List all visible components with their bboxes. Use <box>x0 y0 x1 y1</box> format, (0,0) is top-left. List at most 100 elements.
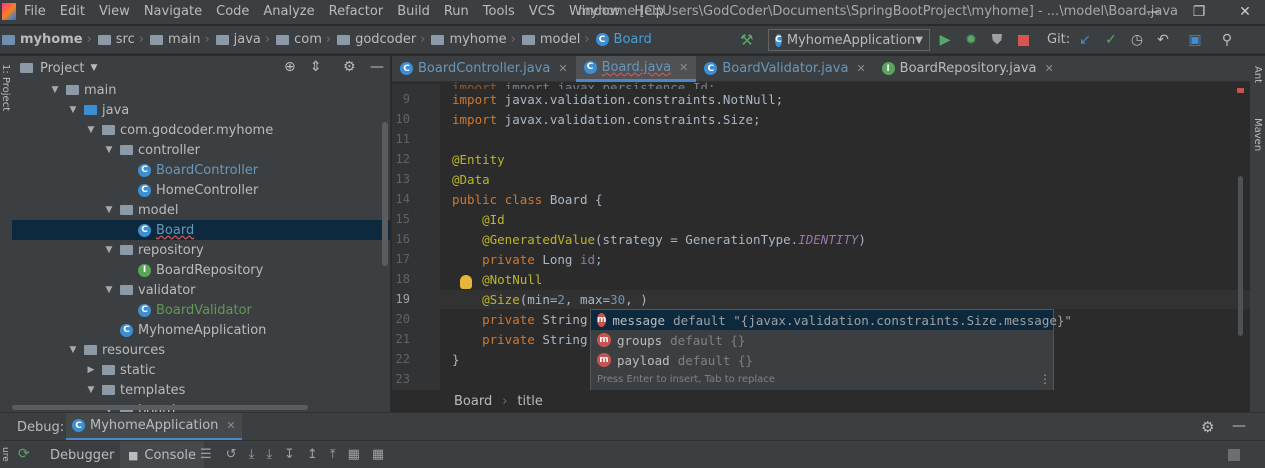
close-icon[interactable]: ✕ <box>558 62 567 75</box>
close-icon[interactable]: ✕ <box>679 61 688 74</box>
structure-tool-button[interactable]: ure <box>0 447 10 462</box>
git-commit-icon[interactable]: ✓ <box>1102 31 1120 49</box>
tree-item[interactable]: ▼ model <box>12 200 390 220</box>
force-step-into-icon[interactable]: ↧ <box>284 447 295 462</box>
step-into-icon[interactable]: ⤓ <box>266 447 272 462</box>
menu-item-vcs[interactable]: VCS <box>529 4 555 19</box>
breadcrumb-item[interactable]: model › <box>521 32 590 47</box>
expanded-arrow-icon[interactable]: ▼ <box>68 345 78 355</box>
tree-item[interactable]: ▼ main <box>12 80 390 100</box>
gear-icon[interactable]: ⚙ <box>1201 418 1214 436</box>
editor-tab[interactable]: C Board.java ✕ <box>575 55 697 82</box>
run-configuration-select[interactable]: C MyhomeApplication ▼ <box>768 29 930 51</box>
debug-icon[interactable]: ✹ <box>962 31 980 49</box>
project-structure-icon[interactable]: ▣ <box>1186 31 1204 49</box>
lightbulb-icon[interactable] <box>460 275 472 289</box>
expanded-arrow-icon[interactable]: ▼ <box>86 125 96 135</box>
git-update-icon[interactable]: ↙ <box>1076 31 1094 49</box>
collapse-all-icon[interactable]: ⇕ <box>310 59 322 75</box>
expanded-arrow-icon[interactable]: ▼ <box>104 245 114 255</box>
breadcrumb-item[interactable]: java › <box>215 32 270 47</box>
completion-item[interactable]: m groups default {} <box>591 330 1053 350</box>
breadcrumb-item[interactable]: C Board <box>595 32 652 47</box>
editor-tab[interactable]: C BoardValidator.java ✕ <box>696 56 873 82</box>
expanded-arrow-icon[interactable]: ▼ <box>104 285 114 295</box>
debug-session-tab[interactable]: C MyhomeApplication ✕ <box>66 413 242 441</box>
menu-item-refactor[interactable]: Refactor <box>329 4 384 19</box>
breadcrumb-item[interactable]: src › <box>97 32 144 47</box>
step-out-icon[interactable]: ↥ <box>307 447 318 462</box>
expanded-arrow-icon[interactable]: ▼ <box>104 145 114 155</box>
build-hammer-icon[interactable]: ⚒ <box>740 31 753 49</box>
expanded-arrow-icon[interactable]: ▼ <box>50 85 60 95</box>
step-over-icon[interactable]: ⤓ <box>249 447 255 462</box>
menu-item-build[interactable]: Build <box>397 4 430 19</box>
debug-tab-debugger[interactable]: Debugger <box>50 441 114 468</box>
run-icon[interactable]: ▶ <box>936 31 954 49</box>
coverage-icon[interactable]: ⛊ <box>988 31 1006 49</box>
maximize-icon[interactable]: ❐ <box>1176 0 1222 24</box>
completion-item[interactable]: m message default "{javax.validation.const… <box>591 310 1072 330</box>
menu-item-run[interactable]: Run <box>444 4 469 19</box>
tree-item[interactable]: I BoardRepository <box>12 260 390 280</box>
show-execution-point-icon[interactable]: ↺ <box>226 447 237 462</box>
tree-item[interactable]: ▼ java <box>12 100 390 120</box>
menu-item-analyze[interactable]: Analyze <box>263 4 314 19</box>
tree-item[interactable]: ▼ com.godcoder.myhome <box>12 120 390 140</box>
close-icon[interactable]: ✕ <box>226 419 235 432</box>
rerun-icon[interactable]: ⟳ <box>18 446 30 462</box>
expanded-arrow-icon[interactable]: ▼ <box>68 105 78 115</box>
project-scrollbar[interactable] <box>382 122 388 266</box>
editor-breadcrumb-class[interactable]: Board <box>454 394 492 409</box>
rollback-icon[interactable]: ↶ <box>1154 31 1172 49</box>
chevron-down-icon[interactable]: ▼ <box>90 63 97 73</box>
evaluate-icon[interactable]: ▦ <box>348 447 360 462</box>
tree-item[interactable]: C BoardValidator <box>12 300 390 320</box>
expanded-arrow-icon[interactable]: ▼ <box>104 205 114 215</box>
menu-item-navigate[interactable]: Navigate <box>144 4 202 19</box>
tree-item[interactable]: ▼ templates <box>12 380 390 400</box>
locate-icon[interactable]: ⊕ <box>284 59 296 75</box>
project-panel-title[interactable]: Project <box>40 61 84 76</box>
tree-item[interactable]: C MyhomeApplication <box>12 320 390 340</box>
breadcrumb-item[interactable]: myhome › <box>431 32 516 47</box>
project-horizontal-scrollbar[interactable] <box>12 405 308 410</box>
close-icon[interactable]: ✕ <box>1045 62 1054 75</box>
menu-icon[interactable]: ☰ <box>200 447 212 462</box>
collapsed-arrow-icon[interactable]: ▶ <box>86 365 96 375</box>
breadcrumb-item[interactable]: main › <box>149 32 210 47</box>
tree-item[interactable]: ▼ resources <box>12 340 390 360</box>
error-stripe-marker[interactable] <box>1237 88 1244 93</box>
menu-item-file[interactable]: File <box>24 4 46 19</box>
breadcrumb-item[interactable]: com › <box>276 32 331 47</box>
breadcrumb-item[interactable]: myhome › <box>2 32 92 47</box>
editor-tab[interactable]: I BoardRepository.java ✕ <box>874 56 1062 82</box>
search-icon[interactable]: ⚲ <box>1218 31 1236 49</box>
tree-item[interactable]: C HomeController <box>12 180 390 200</box>
tree-item[interactable]: ▼ validator <box>12 280 390 300</box>
tree-item[interactable]: C BoardController <box>12 160 390 180</box>
tree-item[interactable]: ▼ repository <box>12 240 390 260</box>
tree-item[interactable]: ▶ static <box>12 360 390 380</box>
more-options-icon[interactable]: ⋮ <box>1039 372 1051 386</box>
ant-tool-button[interactable]: Ant <box>1252 66 1263 83</box>
editor-breadcrumb-field[interactable]: title <box>517 394 542 409</box>
breadcrumb-item[interactable]: godcoder › <box>337 32 425 47</box>
minimize-icon[interactable]: — <box>1130 0 1176 24</box>
menu-item-tools[interactable]: Tools <box>483 4 515 19</box>
tree-item[interactable]: ▼ controller <box>12 140 390 160</box>
history-icon[interactable]: ◷ <box>1128 31 1146 49</box>
maven-tool-button[interactable]: Maven <box>1252 118 1263 151</box>
hide-panel-icon[interactable]: — <box>370 59 384 75</box>
layout-icon[interactable]: ▦ <box>372 447 384 462</box>
tree-item[interactable]: C Board <box>12 220 390 240</box>
completion-item[interactable]: m payload default {} <box>591 350 1053 370</box>
menu-item-view[interactable]: View <box>99 4 130 19</box>
menu-item-edit[interactable]: Edit <box>60 4 85 19</box>
expanded-arrow-icon[interactable]: ▼ <box>86 385 96 395</box>
editor-scrollbar[interactable] <box>1238 176 1243 336</box>
event-log-icon[interactable] <box>1228 449 1240 461</box>
editor-tab[interactable]: C BoardController.java ✕ <box>392 56 576 82</box>
debug-tab-console[interactable]: ■ Console <box>120 441 205 468</box>
project-tool-button[interactable]: 1: Project <box>0 64 11 111</box>
